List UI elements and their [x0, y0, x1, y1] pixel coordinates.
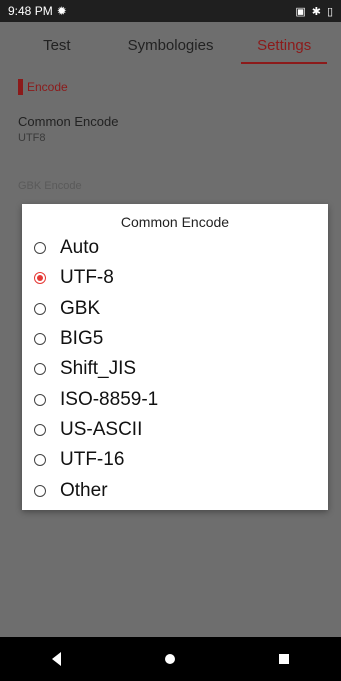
tab-bar: Test Symbologies Settings — [0, 22, 341, 68]
option-label: ISO-8859-1 — [60, 388, 159, 410]
recents-icon — [279, 654, 290, 664]
option-label: BIG5 — [60, 328, 104, 350]
status-left: 9:48 PM ✹ — [8, 4, 67, 18]
section-marker — [18, 79, 23, 95]
status-time: 9:48 PM — [8, 4, 53, 18]
gear-icon: ✹ — [56, 4, 67, 18]
bluetooth-icon: ✱ — [311, 5, 321, 18]
radio-button[interactable] — [34, 454, 46, 467]
status-right: ▣ ✱ ▯ — [295, 5, 333, 18]
radio-button[interactable] — [34, 393, 46, 406]
option-label: Shift_JIS — [60, 358, 137, 380]
status-bar: 9:48 PM ✹ ▣ ✱ ▯ — [0, 0, 341, 22]
option-label: Auto — [60, 237, 100, 259]
screen-icon: ▣ — [295, 5, 306, 18]
setting-title[interactable]: Common Encode — [18, 114, 118, 129]
navigation-bar — [0, 637, 341, 681]
option-gbk[interactable]: GBK — [22, 294, 328, 324]
radio-button[interactable] — [34, 333, 46, 346]
home-icon — [165, 654, 176, 664]
option-label: UTF-8 — [60, 267, 114, 289]
option-auto[interactable]: Auto — [22, 233, 328, 263]
back-button[interactable] — [42, 644, 72, 674]
tab-test[interactable]: Test — [0, 22, 114, 68]
option-label: Other — [60, 479, 108, 501]
radio-button[interactable] — [34, 242, 46, 255]
option-big5[interactable]: BIG5 — [22, 324, 328, 354]
option-iso-8859-1[interactable]: ISO-8859-1 — [22, 384, 328, 414]
section-header: Encode — [18, 78, 68, 96]
radio-button-selected[interactable] — [34, 272, 46, 285]
option-label: US-ASCII — [60, 418, 143, 440]
radio-button[interactable] — [34, 484, 46, 497]
option-utf-16[interactable]: UTF-16 — [22, 445, 328, 475]
dialog-title: Common Encode — [120, 214, 230, 230]
radio-button[interactable] — [34, 363, 46, 376]
recents-button[interactable] — [269, 644, 299, 674]
battery-icon: ▯ — [326, 5, 333, 18]
option-label: UTF-16 — [60, 449, 125, 471]
option-utf-8[interactable]: UTF-8 — [22, 263, 328, 293]
radio-button[interactable] — [34, 302, 46, 315]
option-shift-jis[interactable]: Shift_JIS — [22, 354, 328, 384]
setting-next-title[interactable]: GBK Encode — [18, 180, 82, 192]
radio-button[interactable] — [34, 423, 46, 436]
tab-settings[interactable]: Settings — [227, 22, 341, 68]
home-button[interactable] — [155, 644, 185, 674]
back-icon — [52, 652, 62, 666]
option-other[interactable]: Other — [22, 475, 328, 505]
encode-dialog: Common Encode Auto UTF-8 GBK BIG5 Shift_… — [22, 204, 328, 510]
option-list: Auto UTF-8 GBK BIG5 Shift_JIS ISO-8859-1… — [22, 233, 328, 506]
setting-value: UTF8 — [18, 132, 46, 144]
option-us-ascii[interactable]: US-ASCII — [22, 415, 328, 445]
section-title: Encode — [27, 80, 68, 94]
tab-symbologies[interactable]: Symbologies — [114, 22, 228, 68]
option-label: GBK — [60, 297, 101, 319]
